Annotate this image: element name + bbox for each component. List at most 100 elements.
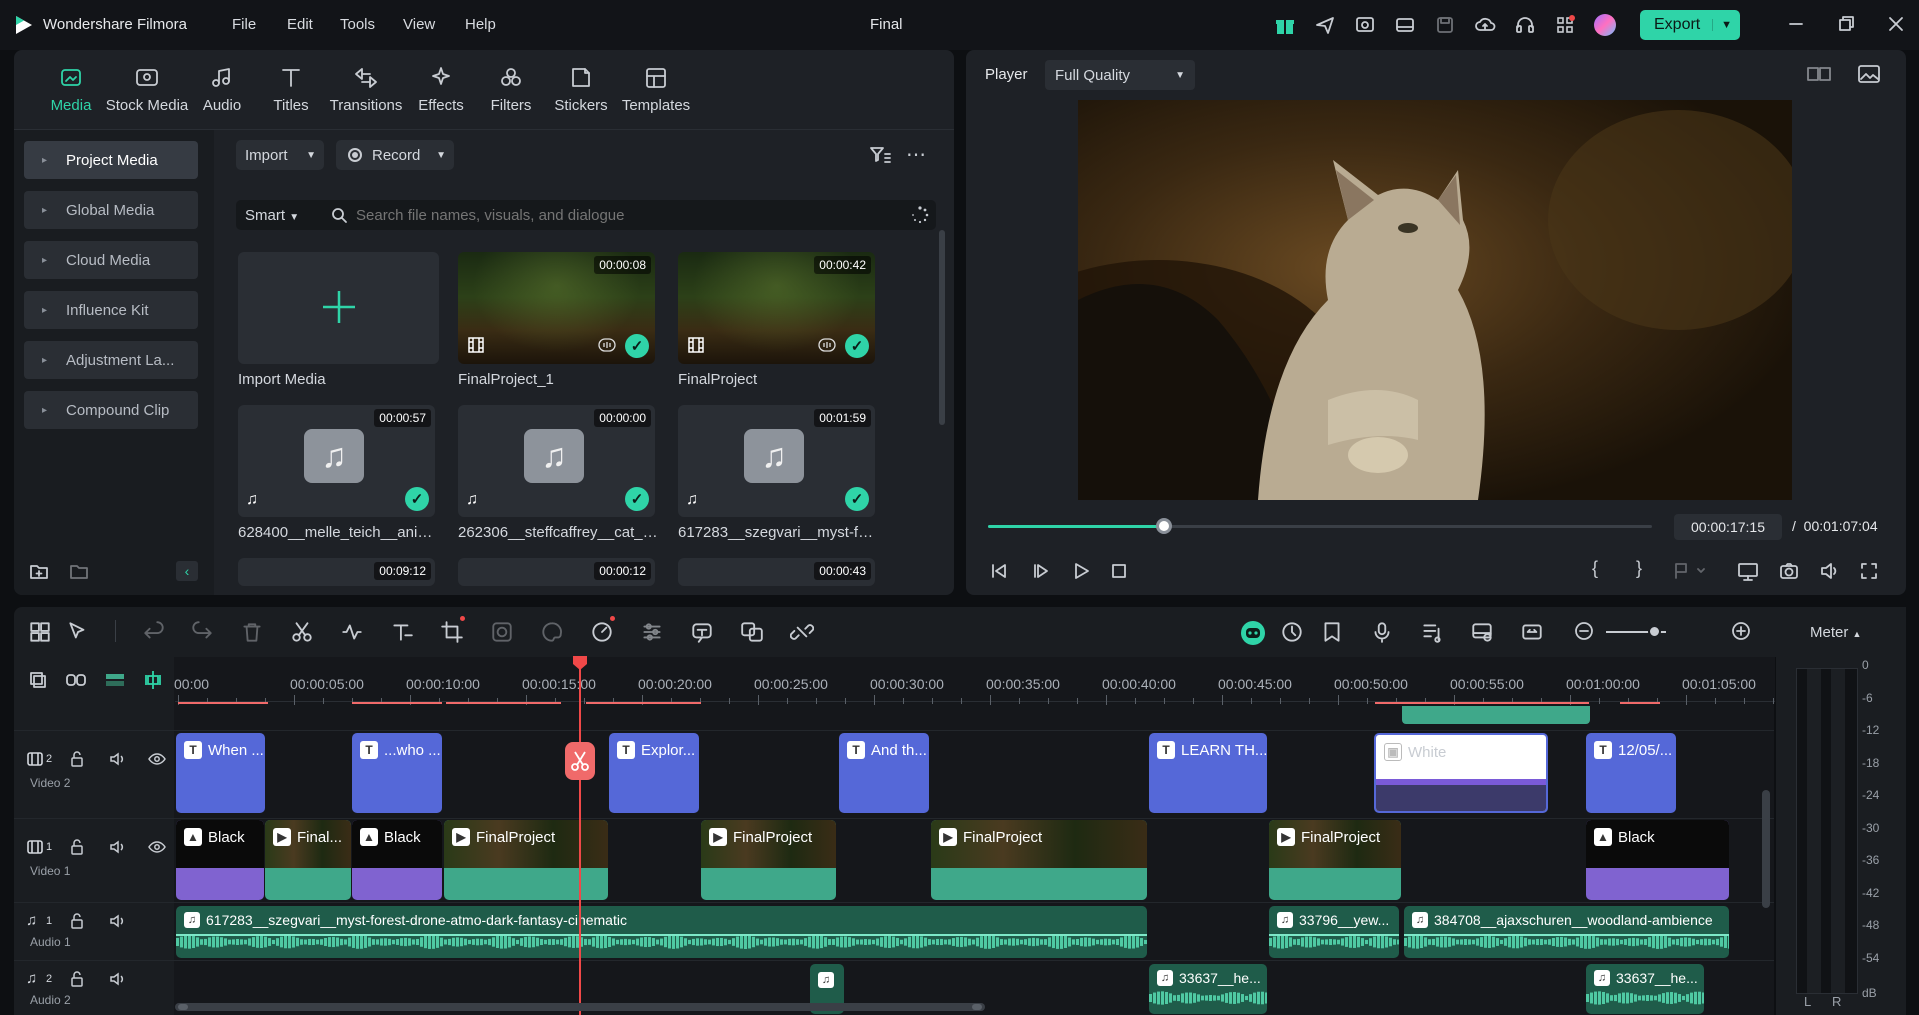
mark-out-icon[interactable]: } <box>1636 558 1642 579</box>
tab-audio[interactable]: Audio <box>188 50 256 129</box>
add-track-icon[interactable] <box>28 670 48 690</box>
tab-stock-media[interactable]: Stock Media <box>106 50 188 129</box>
apps-grid-icon[interactable] <box>1554 14 1576 36</box>
marker-icon[interactable] <box>1320 620 1344 644</box>
media-scrollbar[interactable] <box>939 230 945 425</box>
record-dropdown[interactable]: Record ▼ <box>336 140 454 170</box>
collapse-sidebar-icon[interactable]: ‹ <box>176 561 198 581</box>
speaker-icon[interactable] <box>108 912 126 930</box>
sidebar-item-adjustment-layer[interactable]: Adjustment La... <box>24 341 198 379</box>
text-icon[interactable] <box>390 620 414 644</box>
video-clip[interactable]: ▲ Black <box>352 820 442 900</box>
quality-dropdown[interactable]: Full Quality ▼ <box>1045 60 1195 90</box>
save-icon[interactable] <box>1434 14 1456 36</box>
audio-clip[interactable]: ♫ 384708__ajaxschuren__woodland-ambience <box>1404 906 1729 958</box>
new-folder-icon[interactable] <box>28 560 50 582</box>
fullscreen-icon[interactable] <box>1858 560 1880 582</box>
previous-frame-icon[interactable] <box>988 560 1010 582</box>
mask-icon[interactable] <box>490 620 514 644</box>
audio-clip[interactable]: ♫ 617283__szegvari__myst-forest-drone-atm… <box>176 906 1147 958</box>
meter-dropdown[interactable]: Meter ▲ <box>1810 624 1861 641</box>
magnetic-track-icon[interactable] <box>104 670 126 690</box>
layout-grid-icon[interactable] <box>28 620 52 644</box>
close-icon[interactable] <box>1886 13 1906 35</box>
sidebar-item-global-media[interactable]: Global Media <box>24 191 198 229</box>
send-icon[interactable] <box>1314 14 1336 36</box>
media-thumbnail[interactable]: 00:09:12 <box>238 558 435 586</box>
stop-icon[interactable] <box>1108 560 1130 582</box>
adjust-sliders-icon[interactable] <box>640 620 664 644</box>
translate-icon[interactable] <box>740 620 764 644</box>
title-clip[interactable]: T ...who ... <box>352 733 442 813</box>
search-input[interactable] <box>356 203 896 227</box>
media-thumbnail[interactable]: ♫ ♫ 00:00:57 ✓ <box>238 405 435 517</box>
folder-icon[interactable] <box>68 560 90 582</box>
lock-icon[interactable] <box>68 970 86 988</box>
lock-icon[interactable] <box>68 838 86 856</box>
sidebar-item-compound-clip[interactable]: Compound Clip <box>24 391 198 429</box>
fit-timeline-icon[interactable] <box>1520 620 1544 644</box>
export-button[interactable]: Export ▼ <box>1640 10 1740 40</box>
eye-icon[interactable] <box>148 750 166 768</box>
video-clip[interactable]: ▶ FinalProject <box>931 820 1147 900</box>
snap-icon[interactable] <box>142 669 164 691</box>
speaker-icon[interactable] <box>108 970 126 988</box>
more-options-icon[interactable]: ⋯ <box>906 142 926 167</box>
zoom-in-icon[interactable] <box>1730 620 1752 642</box>
ai-assistant-icon[interactable] <box>1240 620 1266 646</box>
title-clip[interactable]: T When ... <box>176 733 265 813</box>
gift-icon[interactable] <box>1274 14 1296 36</box>
redo-icon[interactable] <box>190 620 214 644</box>
video-clip[interactable]: ▲ Black <box>1586 820 1729 900</box>
title-clip[interactable]: T 12/05/... <box>1586 733 1676 813</box>
zoom-slider-handle[interactable] <box>1648 625 1661 638</box>
playhead-line[interactable] <box>579 657 581 1015</box>
speaker-icon[interactable] <box>108 750 126 768</box>
smart-dropdown[interactable]: Smart ▼ <box>245 207 299 224</box>
media-thumbnail[interactable]: 00:00:08 ✓ <box>458 252 655 364</box>
render-preview-icon[interactable] <box>1280 620 1304 644</box>
microphone-icon[interactable] <box>1370 620 1394 644</box>
eye-icon[interactable] <box>148 838 166 856</box>
video-clip[interactable]: ▶ Final... <box>265 820 351 900</box>
ai-speed-icon[interactable] <box>590 620 614 644</box>
media-thumbnail[interactable]: 00:00:43 <box>678 558 875 586</box>
tab-media[interactable]: Media <box>36 50 106 129</box>
restore-icon[interactable] <box>1836 13 1856 35</box>
detach-link-icon[interactable] <box>790 620 814 644</box>
sidebar-item-project-media[interactable]: Project Media <box>24 141 198 179</box>
filter-sort-icon[interactable] <box>868 144 892 166</box>
minimize-icon[interactable] <box>1786 13 1806 35</box>
delete-icon[interactable] <box>240 620 264 644</box>
export-dropdown-icon[interactable]: ▼ <box>1712 19 1732 31</box>
grid-view-icon[interactable] <box>1806 63 1832 85</box>
audio-clip[interactable]: ♫ 33637__he... <box>1149 964 1267 1014</box>
title-clip[interactable]: T And th... <box>839 733 929 813</box>
avatar[interactable] <box>1594 14 1616 36</box>
storyboard-icon[interactable] <box>1470 620 1494 644</box>
menu-edit[interactable]: Edit <box>287 16 340 33</box>
video-clip[interactable]: ▶ FinalProject <box>1269 820 1401 900</box>
tab-effects[interactable]: Effects <box>406 50 476 129</box>
timeline-vertical-scrollbar[interactable] <box>1762 790 1770 908</box>
audio-clip[interactable]: ♫ 33796__yew... <box>1269 906 1399 958</box>
sidebar-item-influence-kit[interactable]: Influence Kit <box>24 291 198 329</box>
tab-transitions[interactable]: Transitions <box>326 50 406 129</box>
current-time[interactable]: 00:00:17:15 <box>1674 514 1782 540</box>
lock-icon[interactable] <box>68 912 86 930</box>
timeline-horizontal-scrollbar[interactable] <box>175 1003 985 1011</box>
volume-icon[interactable] <box>1818 560 1840 582</box>
crop-icon[interactable] <box>440 620 464 644</box>
link-clips-icon[interactable] <box>65 670 87 690</box>
tab-filters[interactable]: Filters <box>476 50 546 129</box>
video-preview[interactable] <box>1078 100 1792 500</box>
lock-icon[interactable] <box>68 750 86 768</box>
video-clip[interactable]: ▶ FinalProject <box>701 820 836 900</box>
media-thumbnail[interactable]: 00:00:12 <box>458 558 655 586</box>
cut-icon[interactable] <box>290 620 314 644</box>
speaker-icon[interactable] <box>108 838 126 856</box>
title-clip[interactable]: T Explor... <box>609 733 699 813</box>
menu-tools[interactable]: Tools <box>340 16 403 33</box>
media-thumbnail[interactable]: 00:00:42 ✓ <box>678 252 875 364</box>
next-frame-icon[interactable] <box>1030 560 1052 582</box>
